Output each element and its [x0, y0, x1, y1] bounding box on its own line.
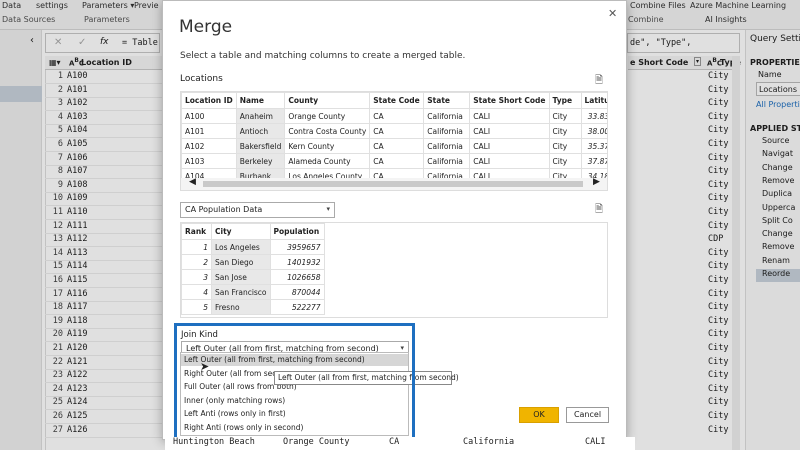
table1-column-header[interactable]: Type: [548, 92, 582, 109]
highlight-box: [174, 323, 415, 440]
table1-cell: CA: [369, 123, 425, 139]
table1-preview: Location ID Name County State Code State Stat…: [180, 91, 608, 191]
table1-cell: Contra Costa County: [284, 123, 371, 139]
table1-cell: California: [423, 153, 471, 169]
table1-cell: CALI: [469, 108, 550, 124]
table1-cell: CA: [369, 138, 425, 154]
dialog-title: Merge: [179, 17, 233, 37]
table2-cell: 1: [181, 239, 212, 255]
table2-cell: 870044: [269, 284, 325, 300]
cell-value: California: [463, 437, 515, 447]
table1-cell: A100: [181, 108, 237, 124]
table2-cell: 522277: [269, 299, 325, 315]
table1-column-header[interactable]: Name: [235, 92, 286, 109]
table1-cell: CALI: [469, 138, 550, 154]
table2-column-header[interactable]: City: [211, 223, 271, 240]
table2-row: 3 San Jose 1026658: [181, 269, 325, 285]
table1-cell: California: [423, 123, 471, 139]
table1-grid: Location ID Name County State Code State Stat…: [181, 92, 607, 184]
table2-column-header[interactable]: Rank: [181, 223, 212, 240]
table1-cell: Bakersfield: [235, 138, 286, 154]
table-row-partial: Huntington Beach Orange County CA Californi…: [165, 437, 635, 450]
table1-cell: City: [548, 123, 582, 139]
file-icon-2[interactable]: 🗎: [595, 202, 603, 219]
table1-row: A103 Berkeley Alameda County CA California CA…: [181, 153, 607, 169]
close-icon[interactable]: ✕: [608, 7, 617, 20]
table1-cell: Orange County: [284, 108, 371, 124]
cell-value: CALI: [585, 437, 606, 447]
cell-value: Huntington Beach: [173, 437, 255, 447]
table1-name: Locations: [180, 74, 223, 84]
table1-column-header[interactable]: Latitude: [580, 92, 607, 109]
table2-cell: 1026658: [269, 269, 325, 285]
table2-row: 1 Los Angeles 3959657: [181, 239, 325, 255]
table1-cell: 38.00492: [580, 123, 607, 139]
table1-cell: Alameda County: [284, 153, 371, 169]
table1-row: A102 Bakersfield Kern County CA California CA…: [181, 138, 607, 154]
table1-cell: CA: [369, 153, 425, 169]
scroll-left-icon[interactable]: ◀: [189, 177, 196, 187]
table1-cell: 35.37329: [580, 138, 607, 154]
table1-cell: Anaheim: [235, 108, 286, 124]
table1-column-header[interactable]: State Code: [369, 92, 425, 109]
table2-cell: 5: [181, 299, 212, 315]
table1-cell: A101: [181, 123, 237, 139]
table2-select[interactable]: CA Population Data ▾: [180, 202, 335, 218]
table1-cell: 33.83529: [580, 108, 607, 124]
table1-cell: A102: [181, 138, 237, 154]
table2-cell: Fresno: [211, 299, 271, 315]
table2-row: 2 San Diego 1401932: [181, 254, 325, 270]
table1-cell: A103: [181, 153, 237, 169]
cancel-button[interactable]: Cancel: [566, 407, 609, 423]
cell-value: CA: [389, 437, 400, 447]
table1-column-header[interactable]: Location ID: [181, 92, 237, 109]
table1-row: A101 Antioch Contra Costa County CA Californ…: [181, 123, 607, 139]
table1-column-header[interactable]: County: [284, 92, 371, 109]
chevron-down-icon: ▾: [326, 205, 330, 213]
table1-cell: CALI: [469, 153, 550, 169]
table2-cell: 3959657: [269, 239, 325, 255]
table2-cell: Los Angeles: [211, 239, 271, 255]
table1-cell: City: [548, 108, 582, 124]
scroll-thumb[interactable]: [203, 181, 583, 187]
ok-button[interactable]: OK: [519, 407, 559, 423]
table2-row: 5 Fresno 522277: [181, 299, 325, 315]
table1-cell: 37.87159: [580, 153, 607, 169]
table1-cell: California: [423, 108, 471, 124]
table2-grid: Rank City Population 1 Los Angeles 3959657 2 Sa…: [181, 223, 325, 315]
table1-cell: City: [548, 153, 582, 169]
table2-cell: 3: [181, 269, 212, 285]
table1-cell: CALI: [469, 123, 550, 139]
table2-row: 4 San Francisco 870044: [181, 284, 325, 300]
table1-cell: Antioch: [235, 123, 286, 139]
file-icon[interactable]: 🗎: [595, 73, 603, 90]
table1-cell: Berkeley: [235, 153, 286, 169]
table1-cell: California: [423, 138, 471, 154]
table2-column-header[interactable]: Population: [269, 223, 325, 240]
table2-cell: San Diego: [211, 254, 271, 270]
table2-cell: 1401932: [269, 254, 325, 270]
table2-cell: San Francisco: [211, 284, 271, 300]
table2-preview: Rank City Population 1 Los Angeles 3959657 2 Sa…: [180, 222, 608, 318]
table2-cell: 4: [181, 284, 212, 300]
dialog-subtitle: Select a table and matching columns to c…: [180, 51, 466, 61]
table1-column-header[interactable]: State: [423, 92, 471, 109]
table1-row: A100 Anaheim Orange County CA California CALI…: [181, 108, 607, 124]
scroll-right-icon[interactable]: ▶: [593, 177, 600, 187]
table1-column-header[interactable]: State Short Code: [469, 92, 550, 109]
table2-cell: 2: [181, 254, 212, 270]
cell-value: Orange County: [283, 437, 350, 447]
table1-scrollbar[interactable]: ◀ ▶: [181, 177, 607, 190]
table1-cell: City: [548, 138, 582, 154]
table1-cell: CA: [369, 108, 425, 124]
table2-cell: San Jose: [211, 269, 271, 285]
table1-cell: Kern County: [284, 138, 371, 154]
